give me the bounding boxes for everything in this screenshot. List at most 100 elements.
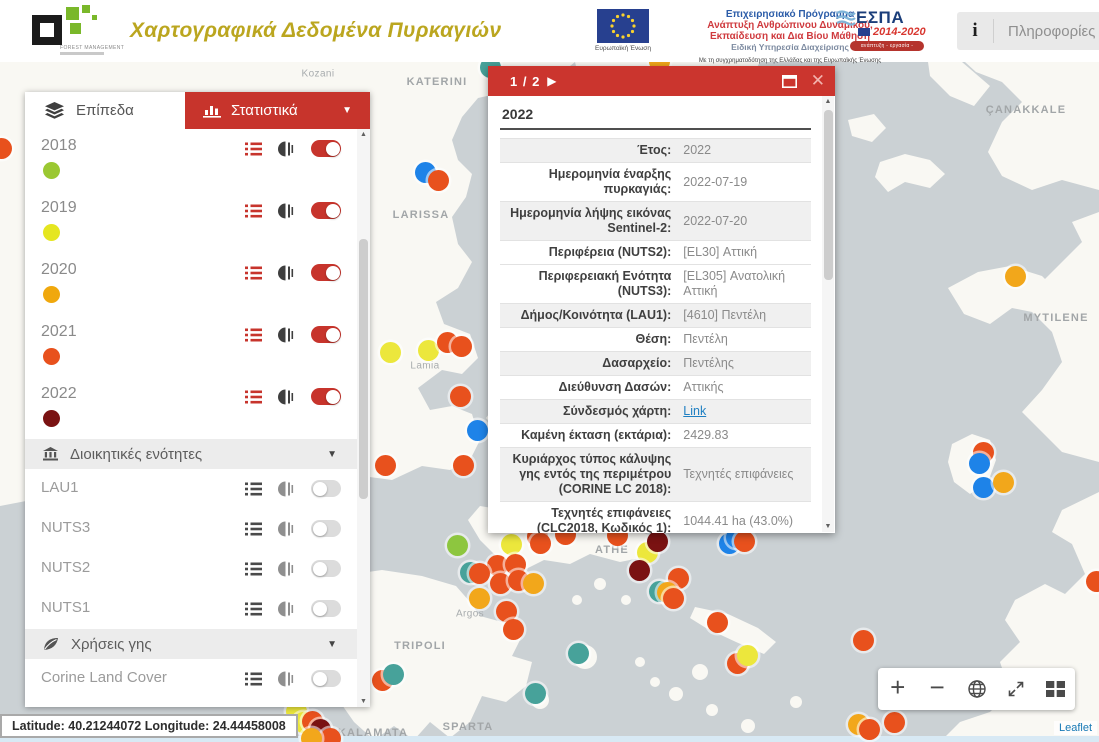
- leaflet-attribution[interactable]: Leaflet: [1054, 721, 1097, 735]
- info-button[interactable]: i Πληροφορίες: [957, 12, 1099, 50]
- layer-row: NUTS1: [25, 589, 357, 629]
- fire-marker[interactable]: [301, 728, 322, 742]
- opacity-contrast-icon: [278, 561, 295, 577]
- fire-marker[interactable]: [428, 170, 449, 191]
- fire-marker[interactable]: [469, 588, 490, 609]
- layer-toggle[interactable]: [311, 480, 341, 497]
- fire-marker[interactable]: [737, 645, 758, 666]
- scroll-down-icon[interactable]: ▼: [822, 523, 834, 530]
- fire-marker[interactable]: [447, 535, 468, 556]
- fire-marker[interactable]: [629, 560, 650, 581]
- scroll-up-icon[interactable]: ▲: [357, 131, 370, 138]
- legend-button[interactable]: [245, 204, 262, 218]
- fire-marker[interactable]: [969, 453, 990, 474]
- layer-toggle[interactable]: [311, 520, 341, 537]
- chevron-down-icon[interactable]: ▼: [327, 639, 337, 650]
- layer-toggle[interactable]: [311, 202, 341, 219]
- attribute-label: Σύνδεσμός χάρτη:: [500, 400, 677, 424]
- fire-marker[interactable]: [453, 455, 474, 476]
- opacity-button[interactable]: [278, 671, 295, 687]
- opacity-button[interactable]: [278, 389, 295, 405]
- section-header[interactable]: Διοικητικές ενότητες ▼: [25, 439, 357, 469]
- map-link[interactable]: Link: [683, 404, 706, 418]
- close-icon[interactable]: ✕: [811, 71, 825, 91]
- section-header[interactable]: Χρήσεις γης ▼: [25, 629, 357, 659]
- zoom-in-button[interactable]: +: [878, 668, 917, 710]
- opacity-button[interactable]: [278, 601, 295, 617]
- fire-marker[interactable]: [320, 728, 341, 742]
- fire-marker[interactable]: [707, 612, 728, 633]
- fire-marker[interactable]: [418, 340, 439, 361]
- opacity-button[interactable]: [278, 561, 295, 577]
- fire-marker[interactable]: [525, 683, 546, 704]
- opacity-button[interactable]: [278, 327, 295, 343]
- layer-toggle[interactable]: [311, 600, 341, 617]
- chevron-down-icon[interactable]: ▼: [327, 449, 337, 460]
- fire-marker[interactable]: [503, 619, 524, 640]
- scroll-down-icon[interactable]: ▼: [357, 698, 370, 705]
- layer-toggle[interactable]: [311, 140, 341, 157]
- fire-marker[interactable]: [859, 719, 880, 740]
- legend-button[interactable]: [245, 266, 262, 280]
- legend-button[interactable]: [245, 482, 262, 496]
- tab-statistics[interactable]: Στατιστικά ▼: [185, 92, 370, 129]
- attribute-value: [EL30] Αττική: [677, 241, 811, 265]
- opacity-button[interactable]: [278, 141, 295, 157]
- fire-marker[interactable]: [734, 531, 755, 552]
- attribute-row: Δασαρχείο: Πεντέλης: [500, 352, 811, 376]
- fire-marker[interactable]: [568, 643, 589, 664]
- zoom-out-button[interactable]: −: [917, 668, 956, 710]
- logo-pixel: [70, 23, 81, 34]
- layer-toggle[interactable]: [311, 264, 341, 281]
- fullscreen-button[interactable]: [996, 668, 1035, 710]
- fire-marker[interactable]: [884, 712, 905, 733]
- legend-button[interactable]: [245, 390, 262, 404]
- fire-marker[interactable]: [530, 533, 551, 554]
- fire-marker[interactable]: [1005, 266, 1026, 287]
- opacity-button[interactable]: [278, 521, 295, 537]
- fire-marker[interactable]: [383, 664, 404, 685]
- scroll-up-icon[interactable]: ▲: [822, 98, 834, 105]
- fire-marker[interactable]: [993, 472, 1014, 493]
- maximize-icon[interactable]: [782, 75, 797, 88]
- layer-toggle[interactable]: [311, 560, 341, 577]
- legend-button[interactable]: [245, 562, 262, 576]
- legend-button[interactable]: [245, 522, 262, 536]
- layer-toggle[interactable]: [311, 326, 341, 343]
- opacity-button[interactable]: [278, 481, 295, 497]
- eu-flag-block: Ευρωπαϊκή Ένωση: [588, 9, 658, 52]
- fire-marker[interactable]: [375, 455, 396, 476]
- legend-button[interactable]: [245, 328, 262, 342]
- fire-marker[interactable]: [973, 477, 994, 498]
- legend-button[interactable]: [245, 672, 262, 686]
- tab-layers[interactable]: Επίπεδα: [25, 92, 185, 129]
- map-canvas[interactable]: KozaniKATERINILARISSALamiaATHEArgosTRIPO…: [0, 62, 1099, 742]
- fire-marker[interactable]: [469, 563, 490, 584]
- panel-scrollbar[interactable]: ▲ ▼: [357, 129, 370, 707]
- fire-marker[interactable]: [451, 336, 472, 357]
- scrollbar-thumb[interactable]: [824, 110, 833, 280]
- layer-toggle[interactable]: [311, 670, 341, 687]
- next-feature-icon[interactable]: ▶: [547, 74, 556, 88]
- opacity-button[interactable]: [278, 265, 295, 281]
- opacity-contrast-icon: [278, 389, 295, 405]
- fire-marker[interactable]: [647, 531, 668, 552]
- opacity-button[interactable]: [278, 203, 295, 219]
- popup-scrollbar[interactable]: ▲ ▼: [822, 96, 834, 532]
- fire-marker[interactable]: [853, 630, 874, 651]
- layer-toggle[interactable]: [311, 388, 341, 405]
- fire-marker[interactable]: [523, 573, 544, 594]
- legend-button[interactable]: [245, 142, 262, 156]
- fire-marker[interactable]: [501, 534, 522, 555]
- fire-marker[interactable]: [467, 420, 488, 441]
- basemap-layers-button[interactable]: [1036, 668, 1075, 710]
- year-color-swatch: [43, 410, 60, 427]
- chevron-down-icon[interactable]: ▼: [342, 105, 352, 116]
- globe-button[interactable]: [957, 668, 996, 710]
- fire-marker[interactable]: [380, 342, 401, 363]
- legend-button[interactable]: [245, 602, 262, 616]
- scrollbar-thumb[interactable]: [359, 239, 368, 499]
- opacity-contrast-icon: [278, 521, 295, 537]
- fire-marker[interactable]: [450, 386, 471, 407]
- fire-marker[interactable]: [663, 588, 684, 609]
